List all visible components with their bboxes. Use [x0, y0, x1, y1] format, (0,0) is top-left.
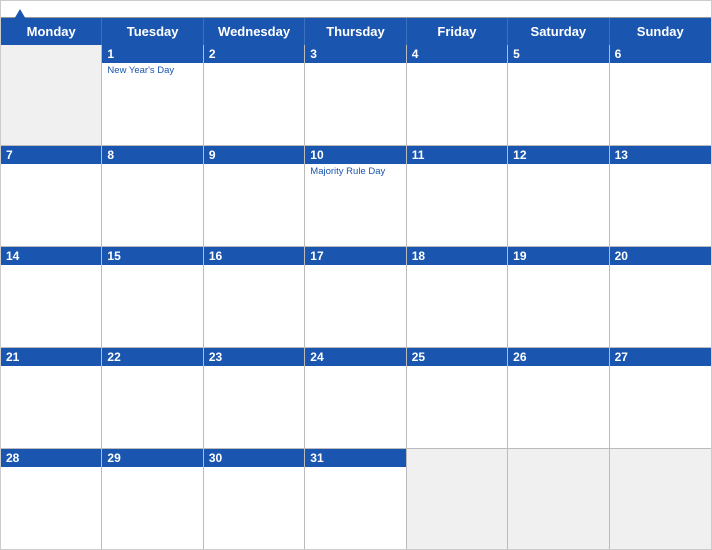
day-number: 27 [610, 348, 711, 366]
day-number: 19 [508, 247, 608, 265]
day-number: 18 [407, 247, 507, 265]
day-headers: MondayTuesdayWednesdayThursdayFridaySatu… [1, 18, 711, 45]
day-number: 7 [1, 146, 101, 164]
day-number: 23 [204, 348, 304, 366]
day-cell: 4 [407, 45, 508, 145]
day-header-friday: Friday [407, 18, 508, 45]
day-cell: 17 [305, 247, 406, 347]
day-cell: 6 [610, 45, 711, 145]
day-header-thursday: Thursday [305, 18, 406, 45]
day-cell: 24 [305, 348, 406, 448]
day-cell: 13 [610, 146, 711, 246]
day-number: 10 [305, 146, 405, 164]
day-number: 6 [610, 45, 711, 63]
day-cell [1, 45, 102, 145]
day-cell: 2 [204, 45, 305, 145]
day-cell: 19 [508, 247, 609, 347]
day-number: 8 [102, 146, 202, 164]
day-number: 1 [102, 45, 202, 63]
day-cell: 30 [204, 449, 305, 549]
day-number: 17 [305, 247, 405, 265]
day-cell: 27 [610, 348, 711, 448]
day-number: 30 [204, 449, 304, 467]
day-cell: 16 [204, 247, 305, 347]
week-row-2: 78910 Majority Rule Day 111213 [1, 146, 711, 247]
logo [13, 9, 29, 21]
holiday-name: Majority Rule Day [310, 166, 400, 177]
day-number: 21 [1, 348, 101, 366]
logo-blue-text [13, 9, 29, 21]
week-row-4: 21222324252627 [1, 348, 711, 449]
day-cell: 3 [305, 45, 406, 145]
weeks-container: 1New Year's Day2345678910Majority Rule D… [1, 45, 711, 549]
day-cell: 26 [508, 348, 609, 448]
day-cell: 20 [610, 247, 711, 347]
logo-triangle-icon [13, 9, 27, 21]
day-cell: 22 [102, 348, 203, 448]
calendar-grid: MondayTuesdayWednesdayThursdayFridaySatu… [1, 17, 711, 549]
calendar-header [1, 1, 711, 17]
day-cell: 18 [407, 247, 508, 347]
day-header-tuesday: Tuesday [102, 18, 203, 45]
day-number: 4 [407, 45, 507, 63]
holiday-name: New Year's Day [107, 65, 197, 76]
day-number: 20 [610, 247, 711, 265]
week-row-1: 1 New Year's Day 23456 [1, 45, 711, 146]
day-number: 29 [102, 449, 202, 467]
day-cell: 23 [204, 348, 305, 448]
day-number: 16 [204, 247, 304, 265]
day-cell: 1 New Year's Day [102, 45, 203, 145]
day-cell [508, 449, 609, 549]
day-number: 26 [508, 348, 608, 366]
day-number: 15 [102, 247, 202, 265]
day-number: 24 [305, 348, 405, 366]
day-cell: 8 [102, 146, 203, 246]
day-number: 12 [508, 146, 608, 164]
day-header-saturday: Saturday [508, 18, 609, 45]
day-cell: 31 [305, 449, 406, 549]
day-number: 5 [508, 45, 608, 63]
day-header-sunday: Sunday [610, 18, 711, 45]
day-cell: 5 [508, 45, 609, 145]
day-cell: 28 [1, 449, 102, 549]
day-number: 9 [204, 146, 304, 164]
day-cell: 14 [1, 247, 102, 347]
calendar-container: MondayTuesdayWednesdayThursdayFridaySatu… [0, 0, 712, 550]
day-number: 11 [407, 146, 507, 164]
day-cell [407, 449, 508, 549]
day-cell: 11 [407, 146, 508, 246]
day-cell: 21 [1, 348, 102, 448]
day-cell: 15 [102, 247, 203, 347]
day-number: 22 [102, 348, 202, 366]
day-cell [610, 449, 711, 549]
day-cell: 12 [508, 146, 609, 246]
day-cell: 25 [407, 348, 508, 448]
day-number: 13 [610, 146, 711, 164]
week-row-3: 14151617181920 [1, 247, 711, 348]
day-cell: 9 [204, 146, 305, 246]
week-row-5: 28293031 [1, 449, 711, 549]
day-cell: 7 [1, 146, 102, 246]
day-cell: 29 [102, 449, 203, 549]
day-number: 28 [1, 449, 101, 467]
day-number: 3 [305, 45, 405, 63]
day-number: 2 [204, 45, 304, 63]
day-header-monday: Monday [1, 18, 102, 45]
day-header-wednesday: Wednesday [204, 18, 305, 45]
day-number: 31 [305, 449, 405, 467]
day-number: 14 [1, 247, 101, 265]
day-number: 25 [407, 348, 507, 366]
day-cell: 10 Majority Rule Day [305, 146, 406, 246]
